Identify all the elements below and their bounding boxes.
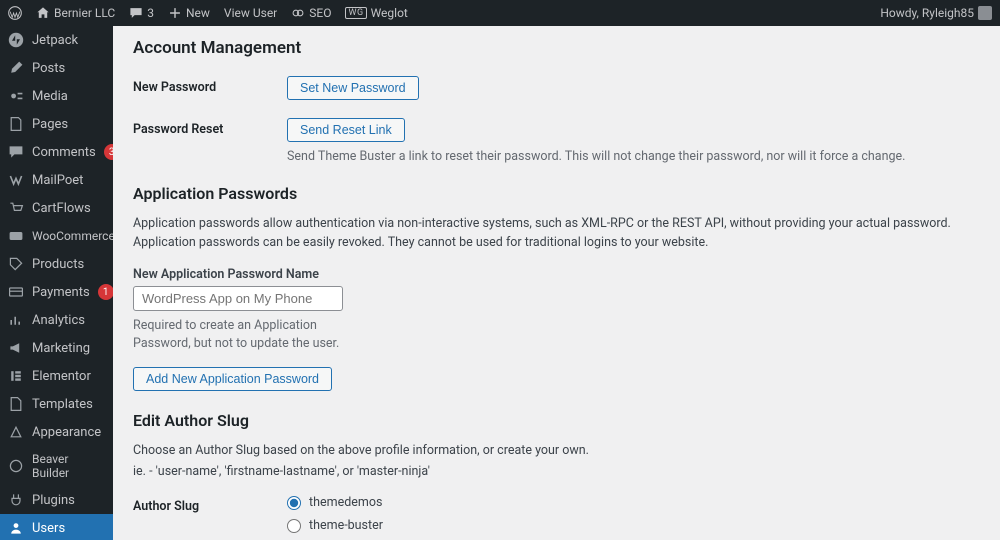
view-user-link[interactable]: View User — [224, 6, 277, 20]
comments-link[interactable]: 3 — [129, 6, 154, 20]
section-heading-account: Account Management — [133, 38, 980, 58]
sidebar-item-products[interactable]: Products — [0, 250, 113, 278]
new-link[interactable]: New — [168, 6, 210, 20]
slug-radio-0[interactable] — [287, 496, 301, 510]
edit-slug-intro1: Choose an Author Slug based on the above… — [133, 442, 980, 461]
site-name-link[interactable]: Bernier LLC — [36, 6, 115, 20]
site-name: Bernier LLC — [54, 6, 115, 20]
sidebar-item-posts[interactable]: Posts — [0, 54, 113, 82]
section-heading-app-passwords: Application Passwords — [133, 184, 980, 203]
comments-count: 3 — [147, 6, 154, 20]
add-app-password-button[interactable]: Add New Application Password — [133, 367, 332, 391]
avatar-icon — [978, 6, 992, 20]
sidebar-item-templates[interactable]: Templates — [0, 390, 113, 418]
payments-badge: 1 — [98, 284, 113, 300]
sidebar-item-beaver[interactable]: Beaver Builder — [0, 446, 113, 486]
sidebar-item-plugins[interactable]: Plugins — [0, 486, 113, 514]
new-password-label: New Password — [133, 76, 287, 95]
comments-badge: 3 — [104, 144, 113, 160]
app-password-field-label: New Application Password Name — [133, 267, 980, 282]
sidebar-item-pages[interactable]: Pages — [0, 110, 113, 138]
password-reset-desc: Send Theme Buster a link to reset their … — [287, 148, 980, 166]
set-new-password-button[interactable]: Set New Password — [287, 76, 419, 100]
sidebar-item-jetpack[interactable]: Jetpack — [0, 26, 113, 54]
admin-toolbar: Bernier LLC 3 New View User SEO WGWeglot… — [0, 0, 1000, 26]
app-password-hint: Required to create an Application Passwo… — [133, 317, 343, 353]
sidebar-item-payments[interactable]: Payments1 — [0, 278, 113, 306]
sidebar-item-mailpoet[interactable]: MailPoet — [0, 166, 113, 194]
wp-logo[interactable] — [8, 6, 22, 20]
sidebar-item-woocommerce[interactable]: WooCommerce — [0, 222, 113, 250]
slug-option-0[interactable]: themedemos — [287, 495, 980, 510]
edit-slug-intro2: ie. - 'user-name', 'firstname-lastname',… — [133, 463, 980, 482]
send-reset-link-button[interactable]: Send Reset Link — [287, 118, 405, 142]
seo-link[interactable]: SEO — [291, 6, 331, 20]
sidebar-item-comments[interactable]: Comments3 — [0, 138, 113, 166]
sidebar-item-users[interactable]: Users — [0, 514, 113, 540]
sidebar-item-appearance[interactable]: Appearance — [0, 418, 113, 446]
weglot-link[interactable]: WGWeglot — [345, 6, 407, 20]
admin-sidebar: Jetpack Posts Media Pages Comments3 Mail… — [0, 26, 113, 540]
password-reset-label: Password Reset — [133, 118, 287, 137]
section-heading-edit-slug: Edit Author Slug — [133, 411, 980, 430]
sidebar-item-media[interactable]: Media — [0, 82, 113, 110]
sidebar-item-elementor[interactable]: Elementor — [0, 362, 113, 390]
sidebar-item-cartflows[interactable]: CartFlows — [0, 194, 113, 222]
author-slug-label: Author Slug — [133, 495, 287, 514]
howdy-link[interactable]: Howdy, Ryleigh85 — [880, 6, 992, 20]
slug-radio-1[interactable] — [287, 519, 301, 533]
main-content: Account Management New Password Set New … — [113, 26, 1000, 540]
sidebar-item-analytics[interactable]: Analytics — [0, 306, 113, 334]
app-password-name-input[interactable] — [133, 286, 343, 311]
app-passwords-intro: Application passwords allow authenticati… — [133, 215, 980, 253]
slug-option-1[interactable]: theme-buster — [287, 518, 980, 533]
sidebar-item-marketing[interactable]: Marketing — [0, 334, 113, 362]
